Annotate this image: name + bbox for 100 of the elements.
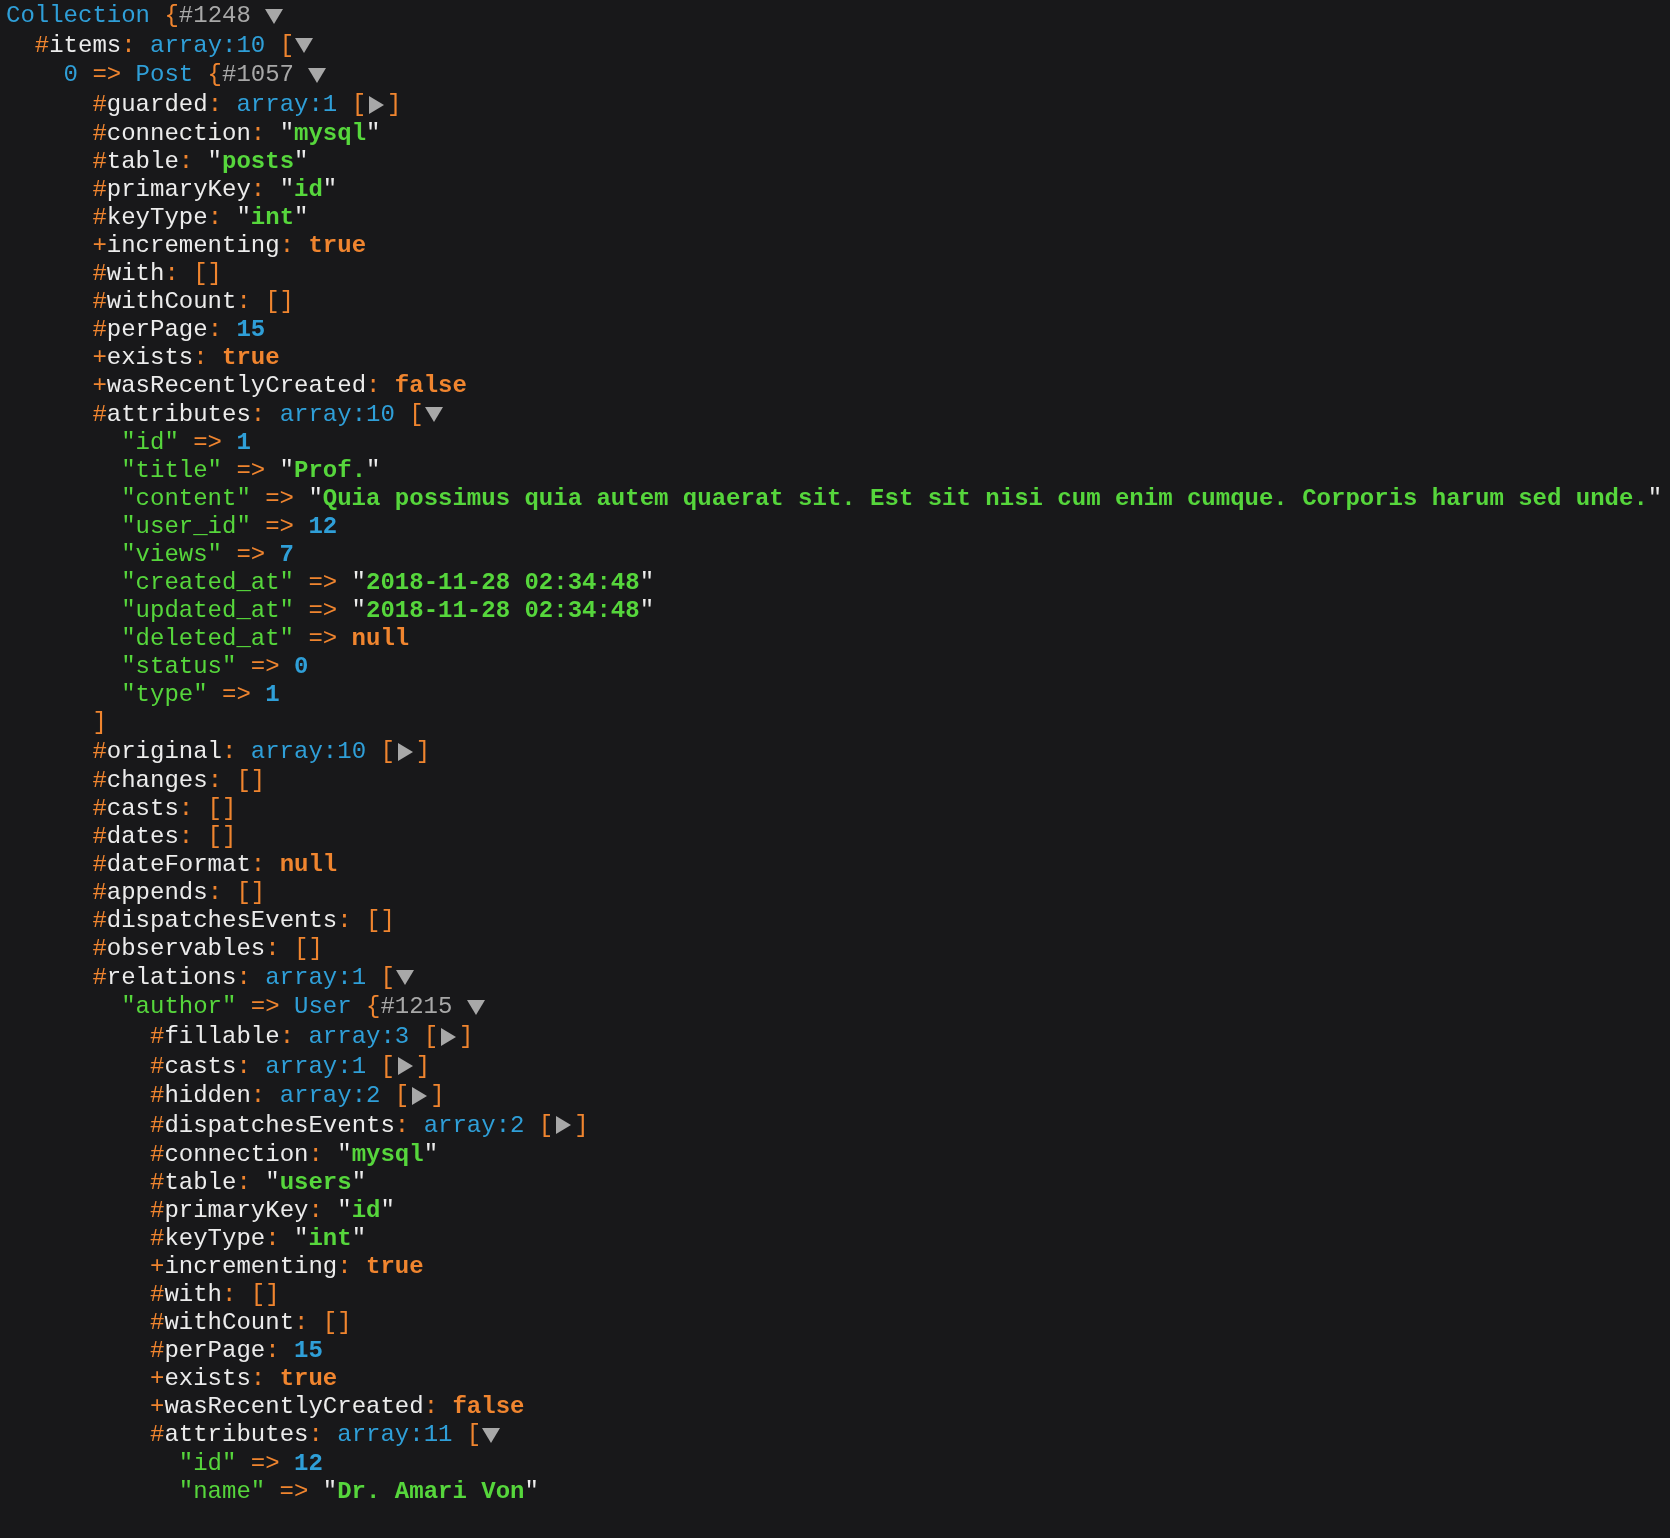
- string-value: "Dr. Amari Von": [322, 1478, 539, 1506]
- property-name: #original: [92, 738, 222, 766]
- separator: :: [250, 851, 266, 879]
- string-value: "id": [337, 1196, 395, 1224]
- constant-value: false: [452, 1392, 525, 1420]
- property-name: #fillable: [150, 1023, 280, 1051]
- disclosure-triangle-icon[interactable]: [295, 36, 314, 55]
- constant-value: true: [366, 1252, 424, 1280]
- disclosure-triangle-icon[interactable]: [308, 66, 327, 84]
- string-value: "2018-11-28 02:34:48": [351, 569, 655, 597]
- array-type-label: array:10: [150, 31, 266, 59]
- property-name: #dateFormat: [92, 851, 251, 879]
- property-name: #attributes: [150, 1421, 309, 1449]
- property-name: #connection: [92, 119, 251, 147]
- disclosure-triangle-icon[interactable]: [395, 742, 414, 761]
- constant-value: false: [394, 371, 467, 399]
- separator: :: [236, 963, 251, 991]
- empty-array: []: [250, 1280, 280, 1308]
- separator: :: [207, 91, 223, 119]
- open-bracket: [: [423, 1023, 439, 1051]
- disclosure-triangle-icon[interactable]: [554, 1116, 573, 1135]
- class-name: User: [294, 993, 352, 1021]
- open-bracket: [: [351, 91, 367, 119]
- disclosure-triangle-icon[interactable]: [439, 1027, 458, 1046]
- array-key: "type": [121, 681, 208, 709]
- open-bracket: [: [538, 1111, 554, 1139]
- open-bracket: [: [409, 400, 424, 428]
- separator: :: [207, 879, 223, 907]
- disclosure-triangle-icon[interactable]: [482, 1425, 501, 1444]
- separator: :: [121, 31, 136, 59]
- property-name: +exists: [92, 343, 194, 371]
- separator: =>: [236, 541, 266, 569]
- separator: =>: [308, 569, 338, 597]
- array-key: "title": [121, 457, 222, 485]
- separator: :: [308, 1140, 323, 1168]
- property-name: #hidden: [150, 1082, 251, 1110]
- separator: :: [294, 1308, 309, 1336]
- property-name: #table: [92, 147, 179, 175]
- disclosure-triangle-icon[interactable]: [265, 6, 284, 25]
- disclosure-triangle-icon[interactable]: [367, 95, 386, 114]
- array-type-label: array:1: [236, 91, 338, 119]
- array-key: "views": [121, 541, 222, 569]
- string-value: "mysql": [337, 1140, 439, 1168]
- property-name: +incrementing: [92, 231, 280, 259]
- array-index: 0: [63, 61, 78, 89]
- array-type-label: array:11: [337, 1421, 453, 1449]
- separator: =>: [222, 681, 251, 709]
- property-name: #appends: [92, 879, 208, 907]
- property-name: #dates: [92, 823, 179, 851]
- property-name: #table: [150, 1168, 237, 1196]
- class-name: Collection: [6, 2, 151, 30]
- disclosure-triangle-icon[interactable]: [410, 1086, 429, 1105]
- open-bracket: [: [466, 1421, 482, 1449]
- open-bracket: [: [380, 738, 395, 766]
- separator: :: [207, 203, 223, 231]
- open-bracket: [: [279, 31, 295, 59]
- property-name: #dispatchesEvents: [150, 1111, 395, 1139]
- separator: :: [366, 371, 381, 399]
- close-bracket: ]: [415, 1052, 431, 1080]
- empty-array: []: [236, 879, 266, 907]
- open-bracket: [: [380, 1052, 395, 1080]
- array-key: "content": [121, 485, 251, 513]
- string-value: "int": [236, 203, 309, 231]
- separator: :: [164, 259, 179, 287]
- property-name: #keyType: [92, 203, 208, 231]
- string-value: "int": [294, 1224, 367, 1252]
- property-name: +exists: [150, 1364, 251, 1392]
- separator: :: [308, 1196, 323, 1224]
- property-name: #attributes: [92, 400, 251, 428]
- empty-array: []: [265, 287, 295, 315]
- property-name: +incrementing: [150, 1252, 338, 1280]
- string-value: "mysql": [279, 119, 381, 147]
- close-bracket: ]: [387, 91, 402, 119]
- close-bracket: ]: [459, 1023, 474, 1051]
- disclosure-triangle-icon[interactable]: [424, 405, 443, 424]
- separator: :: [279, 231, 295, 259]
- property-name: #connection: [150, 1140, 309, 1168]
- property-name: #with: [92, 259, 165, 287]
- property-name: #withCount: [92, 287, 237, 315]
- array-type-label: array:10: [279, 400, 395, 428]
- disclosure-triangle-icon[interactable]: [395, 968, 414, 987]
- number-value: 7: [279, 541, 294, 569]
- disclosure-triangle-icon[interactable]: [395, 1057, 414, 1076]
- number-value: 0: [294, 653, 309, 681]
- separator: :: [178, 147, 194, 175]
- separator: :: [193, 343, 208, 371]
- separator: :: [236, 1052, 251, 1080]
- separator: =>: [250, 1450, 280, 1478]
- constant-value: true: [279, 1364, 338, 1392]
- empty-array: []: [207, 823, 237, 851]
- separator: :: [207, 315, 223, 343]
- property-name: #keyType: [150, 1224, 266, 1252]
- array-type-label: array:3: [308, 1023, 410, 1051]
- separator: :: [222, 738, 237, 766]
- object-ref: {#1215: [366, 993, 453, 1021]
- disclosure-triangle-icon[interactable]: [466, 997, 485, 1016]
- separator: =>: [265, 513, 294, 541]
- class-name: Post: [135, 61, 194, 89]
- property-name: #guarded: [92, 91, 208, 119]
- number-value: 15: [294, 1336, 323, 1364]
